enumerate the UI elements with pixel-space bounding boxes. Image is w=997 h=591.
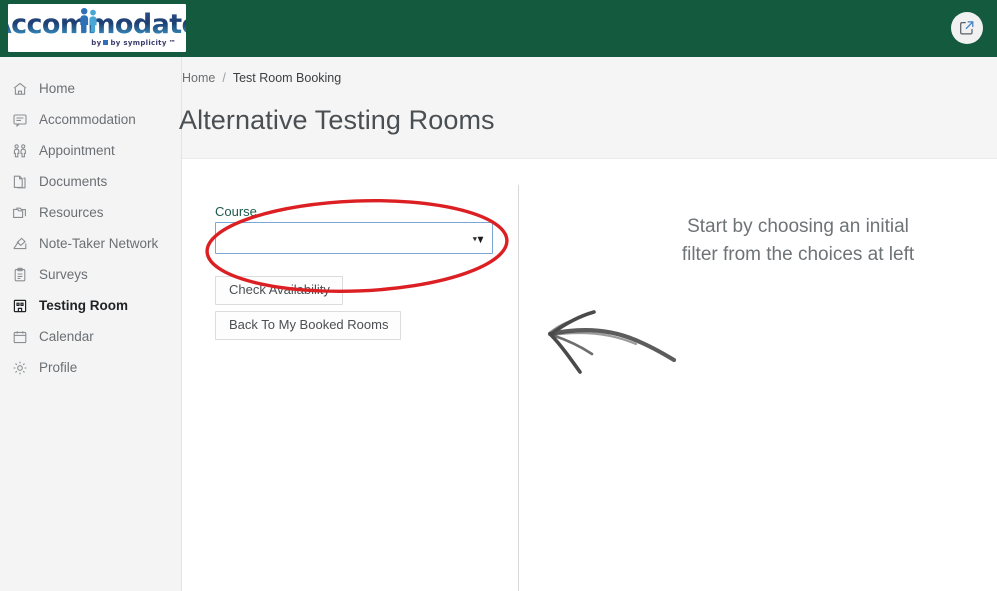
top-header-bar: Accommodate by by symplicity ™ — [0, 0, 997, 57]
sidebar-item-profile[interactable]: Profile — [0, 352, 181, 383]
back-to-booked-rooms-button[interactable]: Back To My Booked Rooms — [215, 310, 402, 340]
hand-drawn-arrow-left-icon — [532, 302, 692, 387]
logo-symplicity-label: by symplicity — [110, 38, 167, 47]
home-icon — [11, 80, 28, 97]
calendar-icon — [11, 328, 28, 345]
content-card: Course Check Availability Back To My Boo… — [182, 158, 997, 591]
sidebar-item-label: Testing Room — [39, 298, 128, 313]
course-label: Course — [215, 204, 257, 219]
sidebar-item-surveys[interactable]: Surveys — [0, 259, 181, 290]
sidebar-nav: Home Accommodation Appointment Documents… — [0, 57, 182, 591]
sidebar-item-resources[interactable]: Resources — [0, 197, 181, 228]
sidebar-item-appointment[interactable]: Appointment — [0, 135, 181, 166]
building-icon — [11, 297, 28, 314]
page-title: Alternative Testing Rooms — [179, 105, 495, 135]
course-select[interactable] — [215, 222, 493, 254]
folder-icon — [11, 204, 28, 221]
filter-panel: Course Check Availability Back To My Boo… — [182, 159, 518, 591]
sidebar-item-testing-room[interactable]: Testing Room — [0, 290, 181, 321]
sidebar-item-label: Documents — [39, 174, 108, 189]
logo-tagline: by by symplicity ™ — [91, 39, 176, 47]
sidebar-item-label: Surveys — [39, 267, 88, 282]
sidebar-item-label: Resources — [39, 205, 104, 220]
sidebar-item-documents[interactable]: Documents — [0, 166, 181, 197]
sidebar-item-label: Note-Taker Network — [39, 236, 159, 251]
sidebar-item-note-taker-network[interactable]: Note-Taker Network — [0, 228, 181, 259]
sidebar-item-label: Accommodation — [39, 112, 136, 127]
sidebar-item-calendar[interactable]: Calendar — [0, 321, 181, 352]
external-link-icon — [960, 21, 974, 35]
sidebar-item-label: Calendar — [39, 329, 94, 344]
note-pencil-icon — [11, 235, 28, 252]
course-select-wrapper — [215, 222, 493, 254]
breadcrumb-current: Test Room Booking — [232, 71, 342, 85]
logo-word: Accommodate — [11, 8, 182, 40]
chat-bubble-icon — [11, 111, 28, 128]
main-content: Home / Test Room Booking Alternative Tes… — [179, 57, 997, 591]
logo-by-label: by — [91, 38, 102, 47]
app-root: Accommodate by by symplicity ™ — [0, 0, 997, 591]
sidebar-item-label: Profile — [39, 360, 78, 375]
logo-wordmark-text: Accommodate — [8, 7, 186, 40]
check-availability-button[interactable]: Check Availability — [215, 276, 343, 305]
gear-icon — [11, 359, 28, 376]
sidebar-item-accommodation[interactable]: Accommodation — [0, 104, 181, 135]
breadcrumb: Home / Test Room Booking — [182, 71, 341, 85]
clipboard-icon — [11, 266, 28, 283]
symplicity-square-icon — [103, 40, 109, 45]
logo-trademark: ™ — [168, 38, 176, 47]
sidebar-item-label: Appointment — [39, 143, 115, 158]
sidebar-item-home[interactable]: Home — [0, 73, 181, 104]
accommodate-logo[interactable]: Accommodate by by symplicity ™ — [8, 4, 186, 52]
breadcrumb-separator: / — [222, 71, 226, 85]
filter-buttons: Check Availability Back To My Booked Roo… — [215, 276, 518, 340]
external-link-button[interactable] — [951, 12, 983, 44]
people-icon — [11, 142, 28, 159]
breadcrumb-home-link[interactable]: Home — [182, 71, 215, 85]
empty-state-panel: Start by choosing an initial filter from… — [518, 159, 997, 591]
sidebar-item-label: Home — [39, 81, 76, 96]
document-icon — [11, 173, 28, 190]
empty-state-message: Start by choosing an initial filter from… — [681, 216, 915, 265]
